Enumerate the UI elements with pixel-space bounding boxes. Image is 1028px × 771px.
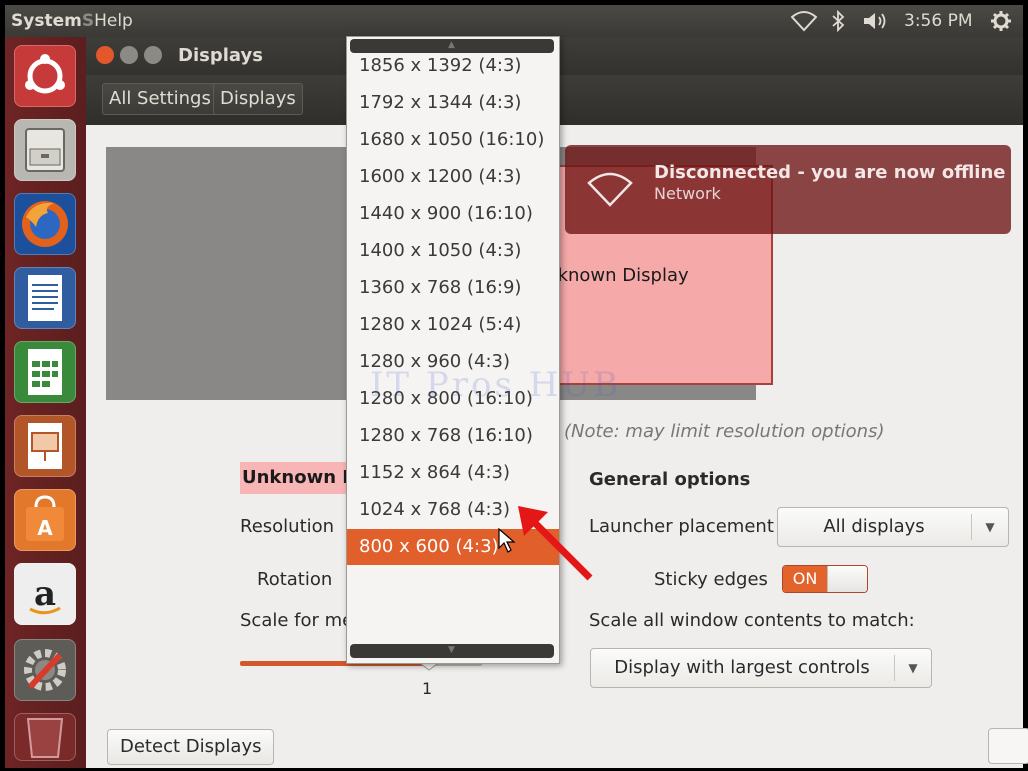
system-settings-icon[interactable] xyxy=(14,639,76,701)
sticky-edges-label: Sticky edges xyxy=(654,569,768,590)
volume-icon[interactable] xyxy=(862,10,890,32)
trash-icon[interactable] xyxy=(14,713,76,761)
window-title: Displays xyxy=(178,45,263,66)
file-manager-icon[interactable] xyxy=(14,119,76,181)
resolution-note: (Note: may limit resolution options) xyxy=(564,421,885,442)
resolution-option[interactable]: 1792 x 1344 (4:3) xyxy=(347,85,559,121)
resolution-label: Resolution xyxy=(240,516,335,537)
launcher: A a xyxy=(5,37,87,768)
resolution-option[interactable]: 1280 x 768 (16:10) xyxy=(347,418,559,454)
detect-displays-button[interactable]: Detect Displays xyxy=(107,729,275,765)
resolution-option[interactable]: 1856 x 1392 (4:3) xyxy=(347,48,559,84)
chevron-down-icon: ▼ xyxy=(894,655,931,681)
toggle-on-label: ON xyxy=(783,566,827,592)
ubuntu-dash-icon[interactable] xyxy=(14,45,76,107)
resolution-option[interactable]: 1360 x 768 (16:9) xyxy=(347,270,559,306)
impress-icon[interactable] xyxy=(14,415,76,477)
scale-label: Scale for me xyxy=(240,610,354,631)
menu-hidden-fragment: S xyxy=(81,11,95,31)
notification-subtitle: Network xyxy=(654,184,721,203)
breadcrumb-displays[interactable]: Displays xyxy=(213,83,303,115)
resolution-option[interactable]: 1400 x 1050 (4:3) xyxy=(347,233,559,269)
wifi-icon xyxy=(587,171,633,211)
writer-icon[interactable] xyxy=(14,267,76,329)
scale-all-label: Scale all window contents to match: xyxy=(589,610,915,631)
svg-text:A: A xyxy=(37,516,53,540)
watermark: IT Pros HUB xyxy=(370,365,622,405)
scroll-down-arrow[interactable]: ▼ xyxy=(350,644,554,658)
resolution-option[interactable]: 1680 x 1050 (16:10) xyxy=(347,122,559,158)
rotation-label: Rotation xyxy=(257,569,333,590)
menu-help[interactable]: Help xyxy=(94,11,133,31)
resolution-option[interactable]: 1600 x 1200 (4:3) xyxy=(347,159,559,195)
scale-value: 1 xyxy=(422,679,433,698)
launcher-placement-label: Launcher placement xyxy=(589,516,774,537)
toggle-knob xyxy=(827,566,867,592)
minimize-icon[interactable] xyxy=(120,46,138,64)
software-center-icon[interactable]: A xyxy=(14,489,76,551)
chevron-down-icon: ▼ xyxy=(971,514,1008,540)
firefox-icon[interactable] xyxy=(14,193,76,255)
launcher-placement-combo[interactable]: All displays ▼ xyxy=(777,507,1009,547)
scale-all-combo[interactable]: Display with largest controls ▼ xyxy=(590,648,932,688)
bluetooth-icon[interactable] xyxy=(831,9,845,33)
resolution-option[interactable]: 1152 x 864 (4:3) xyxy=(347,455,559,491)
mouse-cursor-icon xyxy=(498,528,516,553)
clock[interactable]: 3:56 PM xyxy=(904,11,973,33)
resolution-option[interactable]: 1440 x 900 (16:10) xyxy=(347,196,559,232)
wifi-icon[interactable] xyxy=(790,10,818,32)
amazon-icon[interactable]: a xyxy=(14,563,76,625)
red-arrow-annotation xyxy=(518,506,593,581)
breadcrumb-all-settings[interactable]: All Settings xyxy=(102,83,218,115)
maximize-icon[interactable] xyxy=(144,46,162,64)
apply-button[interactable] xyxy=(988,728,1028,764)
resolution-option[interactable]: 1280 x 1024 (5:4) xyxy=(347,307,559,343)
menu-system[interactable]: System xyxy=(11,11,82,31)
sticky-edges-toggle[interactable]: ON xyxy=(782,565,868,593)
close-icon[interactable] xyxy=(96,46,114,64)
notification-title: Disconnected - you are now offline xyxy=(654,162,1006,183)
calc-icon[interactable] xyxy=(14,341,76,403)
svg-text:a: a xyxy=(34,574,56,614)
general-options-title: General options xyxy=(589,469,751,490)
app-menu: SystemSHelp xyxy=(11,11,133,31)
launcher-placement-value: All displays xyxy=(823,516,925,537)
network-notification: Disconnected - you are now offline Netwo… xyxy=(565,145,1011,234)
gear-icon[interactable] xyxy=(990,10,1012,32)
scale-all-value: Display with largest controls xyxy=(614,657,870,678)
top-panel: SystemSHelp 3:56 PM xyxy=(5,5,1023,37)
